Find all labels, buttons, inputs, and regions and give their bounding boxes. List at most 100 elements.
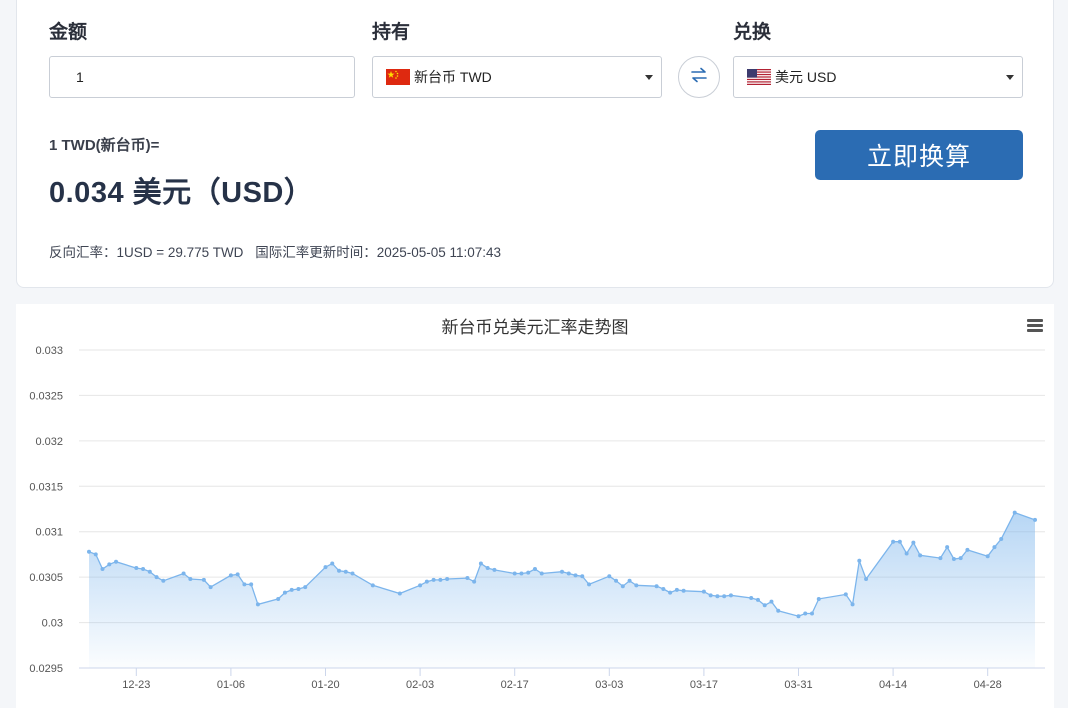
y-tick-label: 0.0295 <box>29 663 63 675</box>
swap-arrows-icon <box>690 67 708 88</box>
amount-label: 金额 <box>49 22 88 43</box>
data-point <box>445 576 450 581</box>
data-point <box>147 569 152 574</box>
x-tick-label: 04-28 <box>974 679 1002 691</box>
amount-field[interactable] <box>49 56 355 98</box>
data-point <box>918 553 923 558</box>
data-point <box>958 556 963 561</box>
data-point <box>478 561 483 566</box>
data-point <box>438 577 443 582</box>
data-point <box>188 576 193 581</box>
chevron-down-icon <box>645 75 653 80</box>
x-tick-label: 12-23 <box>122 679 150 691</box>
result-label: 1 TWD(新台币)= <box>49 137 160 154</box>
data-point <box>161 578 166 583</box>
data-point <box>796 614 801 619</box>
data-point <box>418 583 423 588</box>
flag-usa-icon <box>747 69 771 85</box>
data-point <box>107 562 112 567</box>
from-label: 持有 <box>372 22 411 43</box>
data-point <box>472 579 477 584</box>
data-point <box>208 585 213 590</box>
data-point <box>519 571 524 576</box>
y-tick-label: 0.033 <box>35 345 63 357</box>
data-point <box>904 551 909 556</box>
convert-button[interactable]: 立即换算 <box>815 130 1023 180</box>
data-point <box>803 611 808 616</box>
x-tick-label: 02-17 <box>501 679 529 691</box>
data-point <box>661 586 666 591</box>
chart-svg: 0.0295 0.03 0.0305 0.031 0.0315 0.032 0.0325 0.… <box>29 345 1045 691</box>
data-point <box>1033 517 1037 522</box>
data-point <box>911 540 916 545</box>
data-point <box>424 579 429 584</box>
data-point <box>343 569 348 574</box>
data-point <box>864 576 869 581</box>
data-point <box>154 575 159 580</box>
to-currency-select[interactable]: 美元 USD <box>733 56 1023 98</box>
data-point <box>965 547 970 552</box>
data-point <box>526 570 531 575</box>
y-tick-label: 0.0305 <box>29 572 63 584</box>
data-point <box>634 583 639 588</box>
data-point <box>938 556 943 561</box>
data-point <box>242 582 247 587</box>
data-point <box>141 566 146 571</box>
series-area <box>89 512 1035 668</box>
y-tick-label: 0.0315 <box>29 481 63 493</box>
data-point <box>897 539 902 544</box>
flag-china-icon <box>386 69 410 85</box>
data-point <box>303 585 308 590</box>
rate-meta: 反向汇率：1USD = 29.775 TWD 国际汇率更新时间：2025-05-… <box>49 241 509 261</box>
data-point <box>776 608 781 613</box>
data-point <box>566 571 571 576</box>
data-point <box>810 611 815 616</box>
data-point <box>397 591 402 596</box>
data-point <box>999 536 1004 541</box>
data-point <box>1012 510 1017 515</box>
data-point <box>992 545 997 550</box>
data-point <box>93 552 98 557</box>
data-point <box>87 549 91 554</box>
x-tick-label: 03-17 <box>690 679 718 691</box>
data-point <box>728 593 733 598</box>
data-point <box>431 577 436 582</box>
data-point <box>708 593 713 598</box>
data-point <box>296 586 301 591</box>
data-point <box>282 590 287 595</box>
y-tick-label: 0.0325 <box>29 390 63 402</box>
chevron-down-icon <box>1006 75 1014 80</box>
data-point <box>722 594 727 599</box>
data-point <box>857 558 862 563</box>
data-point <box>607 574 612 579</box>
to-currency-value: 美元 USD <box>775 69 837 85</box>
data-point <box>228 573 233 578</box>
from-currency-select[interactable]: 新台币 TWD <box>372 56 662 98</box>
data-point <box>816 596 821 601</box>
x-tick-label: 03-31 <box>784 679 812 691</box>
x-tick-label: 01-20 <box>311 679 339 691</box>
data-point <box>654 584 659 589</box>
data-point <box>337 568 342 573</box>
data-point <box>249 582 254 587</box>
data-point <box>891 539 896 544</box>
data-point <box>276 596 281 601</box>
swap-button[interactable] <box>678 56 720 98</box>
data-point <box>843 592 848 597</box>
data-point <box>668 590 673 595</box>
x-tick-label: 01-06 <box>217 679 245 691</box>
data-point <box>681 588 686 593</box>
data-point <box>512 571 517 576</box>
data-point <box>945 545 950 550</box>
data-point <box>532 566 537 571</box>
data-point <box>580 574 585 579</box>
data-point <box>985 554 990 559</box>
converter-card: 金额 持有 新台币 TWD <box>16 0 1054 288</box>
data-point <box>201 577 206 582</box>
data-point <box>560 569 564 574</box>
data-point <box>769 599 774 604</box>
rate-chart: 新台币兑美元汇率走势图 0.0295 0.03 0.0305 0.031 0.0315 0… <box>16 304 1054 708</box>
amount-input[interactable] <box>50 57 354 97</box>
data-point <box>289 587 294 592</box>
x-tick-label: 04-14 <box>879 679 907 691</box>
